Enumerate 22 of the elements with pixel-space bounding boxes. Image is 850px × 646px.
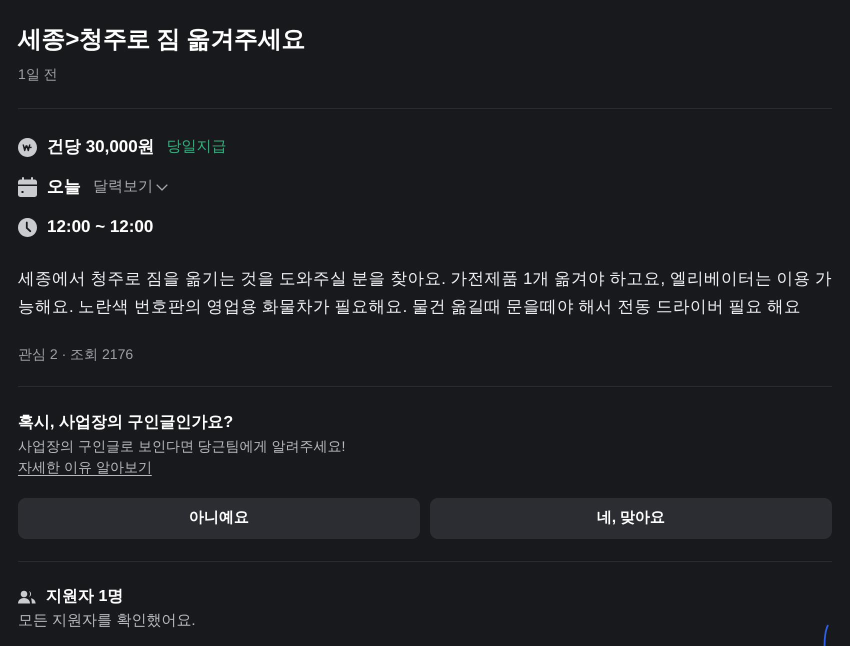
learn-more-link[interactable]: 자세한 이유 알아보기 — [18, 458, 152, 476]
calendar-dropdown[interactable]: 달력보기 — [93, 176, 168, 198]
curve-mark — [823, 624, 829, 646]
applicants-title: 지원자 1명 — [46, 587, 124, 607]
work-time: 12:00 ~ 12:00 — [47, 216, 154, 238]
pay-amount: 건당 30,000원 — [47, 136, 155, 158]
clock-icon — [18, 218, 37, 236]
work-date: 오늘 — [47, 176, 81, 198]
posted-time: 1일 전 — [18, 65, 58, 84]
notice-title: 혹시, 사업장의 구인글인가요? — [18, 413, 234, 433]
won-coin-icon — [18, 138, 37, 156]
payment-tag: 당일지급 — [166, 136, 227, 158]
answer-button[interactable]: 네, 맞아요 — [430, 498, 832, 539]
post-stats: 관심 2 · 조회 2176 — [18, 345, 134, 364]
chevron-down-icon — [156, 184, 168, 190]
job-description: 세종에서 청주로 짐을 옮기는 것을 도와주실 분을 찾아요. 가전제품 1개 옮겨야 하고요, 엘리베이터는 이용 가능해요. 노란색 번호판의 영업용 화물차가 필요해요. 물건 옮길때 문을떼야 해서 전동 드라이버 필요 해요 — [18, 268, 832, 318]
post-title: 세종>청주로 짐 옮겨주세요 — [18, 25, 306, 55]
calendar-icon — [18, 177, 37, 197]
applicants-status: 모든 지원자를 확인했어요. — [18, 611, 196, 631]
notice-text: 사업장의 구인글로 보인다면 당근팀에게 알려주세요! — [18, 437, 346, 456]
answer-button[interactable]: 아니예요 — [18, 498, 420, 539]
people-icon — [18, 590, 36, 604]
